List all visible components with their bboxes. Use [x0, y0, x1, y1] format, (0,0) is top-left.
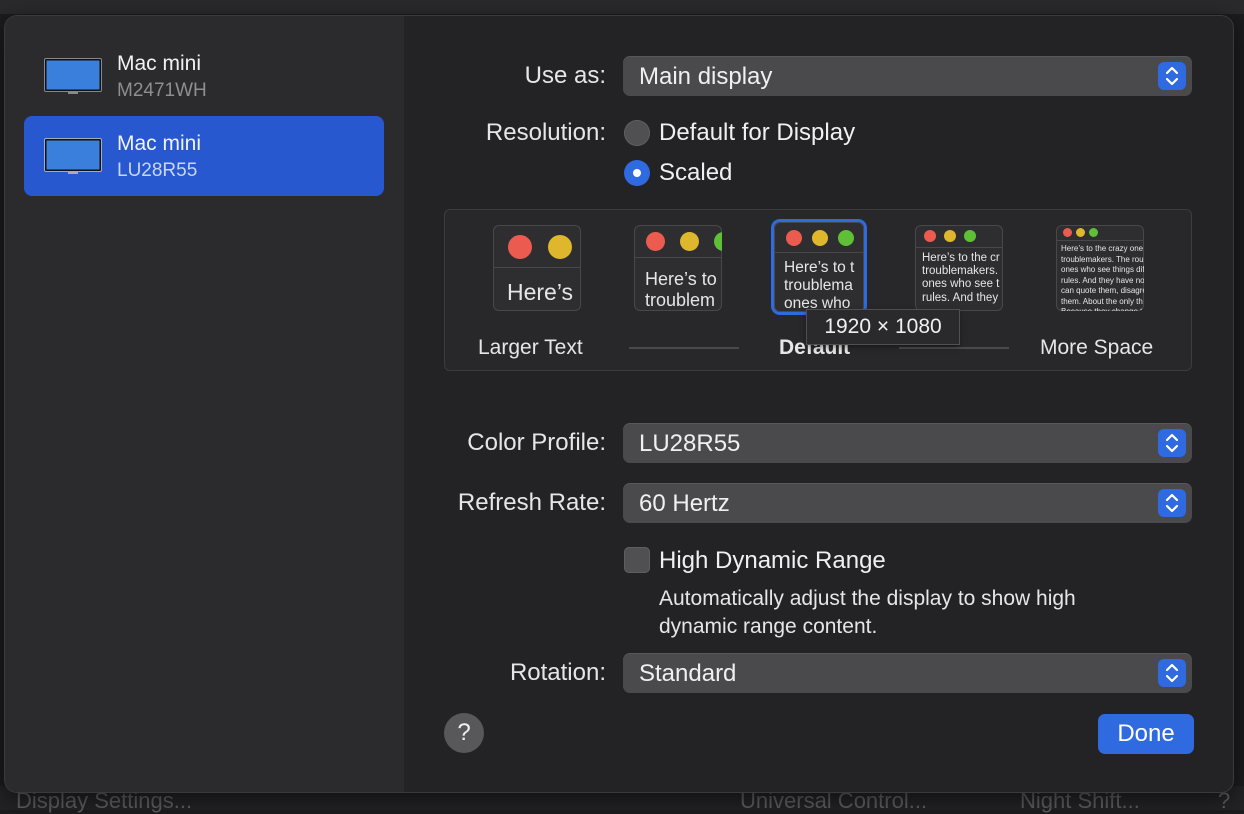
display-model: LU28R55 — [117, 160, 197, 182]
rotation-value: Standard — [639, 660, 736, 688]
rotation-popup[interactable]: Standard — [623, 653, 1192, 693]
scale-preview-text: Here’s to the crazy one troublemakers. T… — [1061, 244, 1144, 311]
scale-option-default[interactable]: Here’s to t troublema ones who — [774, 222, 864, 312]
more-space-label: More Space — [1040, 336, 1153, 360]
display-name: Mac mini — [117, 52, 201, 76]
minimize-dot-icon — [944, 230, 956, 242]
use-as-popup[interactable]: Main display — [623, 56, 1192, 96]
hdr-checkbox[interactable] — [624, 547, 650, 573]
scale-preview-text: Here’s — [507, 279, 573, 305]
scaled-resolution-picker: Here’s Here’s to troublem Here’s to t tr… — [444, 209, 1192, 371]
scale-preview-text: Here’s to troublem — [645, 269, 717, 310]
updown-chevron-icon — [1158, 659, 1186, 687]
color-profile-value: LU28R55 — [639, 430, 740, 458]
scale-preview-text: Here’s to t troublema ones who — [784, 259, 854, 312]
minimize-dot-icon — [812, 230, 828, 246]
display-settings-sheet: Mac mini M2471WH Mac mini LU28R55 Use as… — [5, 16, 1233, 792]
larger-text-label: Larger Text — [478, 336, 583, 360]
scale-track — [899, 347, 1009, 349]
refresh-rate-value: 60 Hertz — [639, 490, 730, 518]
scale-track — [629, 347, 739, 349]
updown-chevron-icon — [1158, 62, 1186, 90]
zoom-dot-icon — [838, 230, 854, 246]
close-dot-icon — [786, 230, 802, 246]
zoom-dot-icon — [964, 230, 976, 242]
default-for-display-radio[interactable] — [624, 120, 650, 146]
display-name: Mac mini — [117, 132, 201, 156]
refresh-rate-label: Refresh Rate: — [458, 489, 606, 517]
hdr-label[interactable]: High Dynamic Range — [659, 547, 886, 575]
close-dot-icon — [646, 232, 665, 251]
rotation-label: Rotation: — [510, 659, 606, 687]
refresh-rate-popup[interactable]: 60 Hertz — [623, 483, 1192, 523]
color-profile-label: Color Profile: — [467, 429, 606, 457]
help-button[interactable]: ? — [444, 713, 484, 753]
scale-option-4[interactable]: Here’s to the cr troublemakers. ones who… — [915, 225, 1003, 311]
scale-option-2[interactable]: Here’s to troublem — [634, 225, 722, 311]
close-dot-icon — [508, 235, 532, 259]
minimize-dot-icon — [1076, 228, 1085, 237]
scaled-radio[interactable] — [624, 160, 650, 186]
scale-option-more-space[interactable]: Here’s to the crazy one troublemakers. T… — [1056, 225, 1144, 311]
display-sidebar: Mac mini M2471WH Mac mini LU28R55 — [5, 16, 404, 792]
close-dot-icon — [1063, 228, 1072, 237]
close-dot-icon — [924, 230, 936, 242]
display-model: M2471WH — [117, 80, 207, 102]
resolution-label: Resolution: — [486, 119, 606, 147]
monitor-icon — [44, 58, 102, 94]
minimize-dot-icon — [680, 232, 699, 251]
use-as-label: Use as: — [525, 62, 606, 90]
scale-preview-text: Here’s to the cr troublemakers. ones who… — [922, 252, 1000, 305]
background-window-top — [0, 0, 1244, 14]
zoom-dot-icon — [1089, 228, 1098, 237]
resolution-tooltip: 1920 × 1080 — [807, 310, 959, 344]
minimize-dot-icon — [548, 235, 572, 259]
scaled-label[interactable]: Scaled — [659, 159, 732, 187]
hdr-description-line2: dynamic range content. — [659, 613, 877, 641]
sidebar-display-m2471wh[interactable]: Mac mini M2471WH — [24, 36, 384, 116]
done-button[interactable]: Done — [1098, 714, 1194, 754]
updown-chevron-icon — [1158, 489, 1186, 517]
updown-chevron-icon — [1158, 429, 1186, 457]
sidebar-display-lu28r55[interactable]: Mac mini LU28R55 — [24, 116, 384, 196]
hdr-description-line1: Automatically adjust the display to show… — [659, 585, 1076, 613]
monitor-icon — [44, 138, 102, 174]
scale-option-larger-text[interactable]: Here’s — [493, 225, 581, 311]
use-as-value: Main display — [639, 63, 772, 91]
default-for-display-label[interactable]: Default for Display — [659, 119, 855, 147]
color-profile-popup[interactable]: LU28R55 — [623, 423, 1192, 463]
